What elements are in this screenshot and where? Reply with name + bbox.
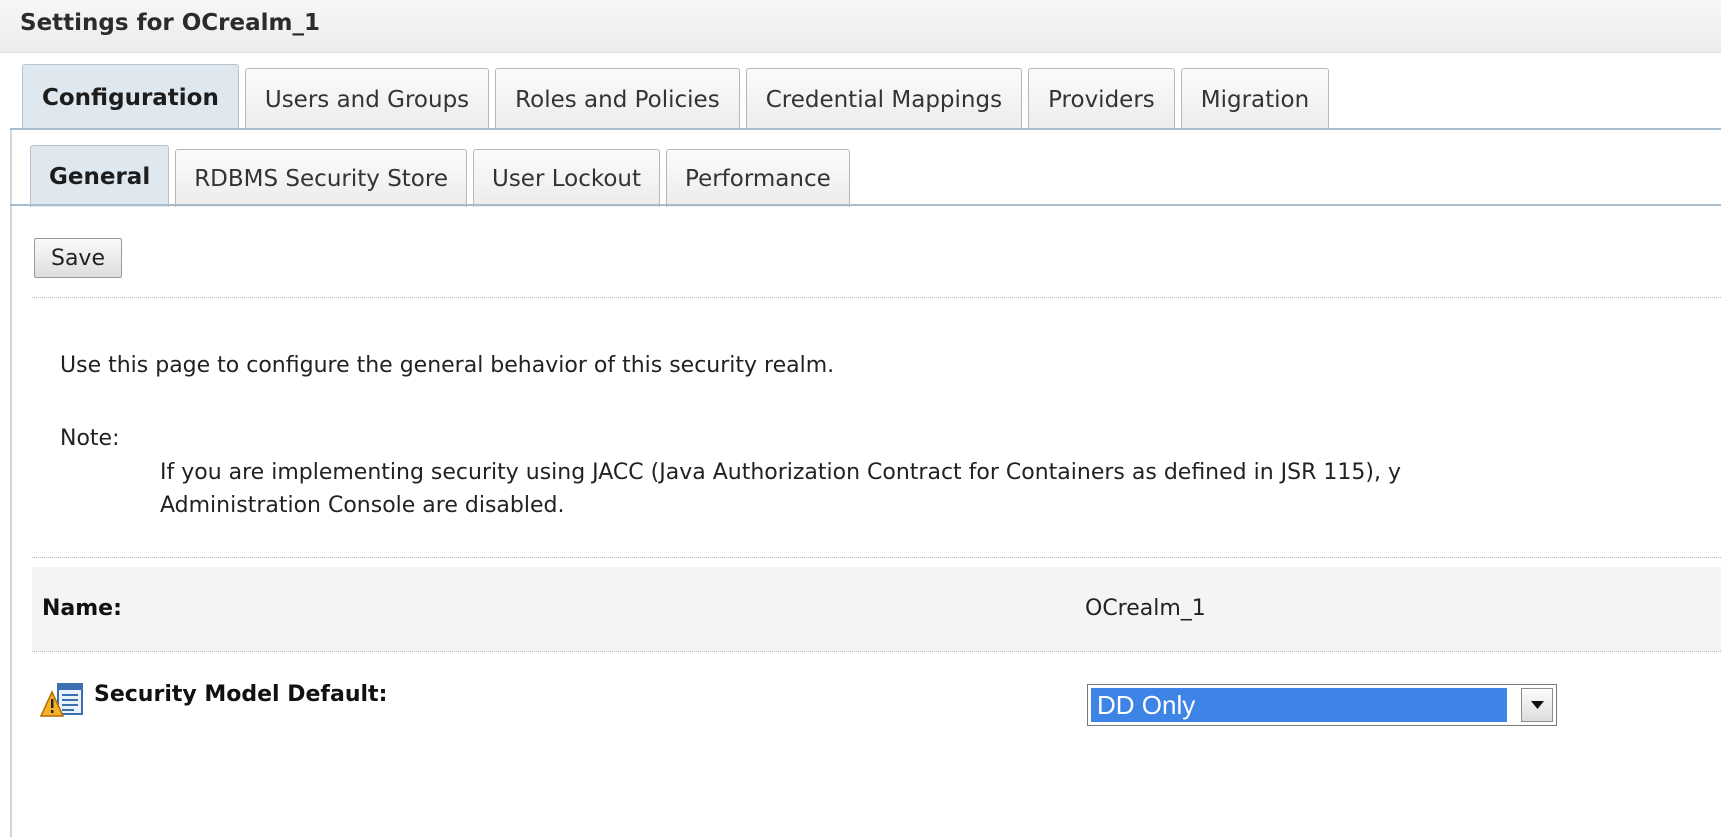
note-label: Note: (60, 426, 120, 451)
page-description: Use this page to configure the general b… (60, 353, 835, 378)
divider (32, 557, 1721, 558)
sub-tab-bar: General RDBMS Security Store User Lockou… (30, 145, 856, 207)
name-value: OCrealm_1 (1085, 596, 1206, 621)
tab-rdbms-security-store[interactable]: RDBMS Security Store (175, 149, 467, 207)
title-bar: Settings for OCrealm_1 (0, 0, 1721, 53)
divider (32, 297, 1721, 298)
security-model-default-select[interactable]: DD Only (1087, 684, 1557, 726)
tab-roles-and-policies[interactable]: Roles and Policies (495, 68, 740, 130)
sub-tab-divider (10, 204, 1721, 206)
settings-page: Settings for OCrealm_1 Configuration Use… (0, 0, 1721, 837)
note-text: If you are implementing security using J… (160, 456, 1640, 522)
advanced-settings-icon (40, 683, 83, 717)
security-model-default-label: Security Model Default: (94, 682, 388, 707)
tab-user-lockout[interactable]: User Lockout (472, 149, 661, 207)
page-title: Settings for OCrealm_1 (20, 10, 320, 36)
save-button[interactable]: Save (34, 238, 122, 278)
name-label: Name: (42, 596, 122, 621)
note-text-line: Administration Console are disabled. (160, 493, 565, 518)
note-text-line: If you are implementing security using J… (160, 460, 1401, 485)
divider (32, 651, 1721, 652)
tab-configuration[interactable]: Configuration (22, 64, 239, 130)
main-tab-divider (10, 128, 1721, 130)
tab-users-and-groups[interactable]: Users and Groups (244, 68, 490, 130)
content-left-border (10, 128, 12, 837)
tab-performance[interactable]: Performance (666, 149, 850, 207)
tab-credential-mappings[interactable]: Credential Mappings (745, 68, 1023, 130)
dropdown-arrow-button[interactable] (1521, 688, 1553, 722)
select-selected-value: DD Only (1091, 688, 1507, 722)
tab-migration[interactable]: Migration (1180, 68, 1330, 130)
main-tab-bar: Configuration Users and Groups Roles and… (22, 64, 1335, 130)
chevron-down-icon (1531, 701, 1544, 709)
tab-general[interactable]: General (30, 145, 170, 207)
tab-providers[interactable]: Providers (1028, 68, 1175, 130)
name-row (32, 567, 1721, 651)
